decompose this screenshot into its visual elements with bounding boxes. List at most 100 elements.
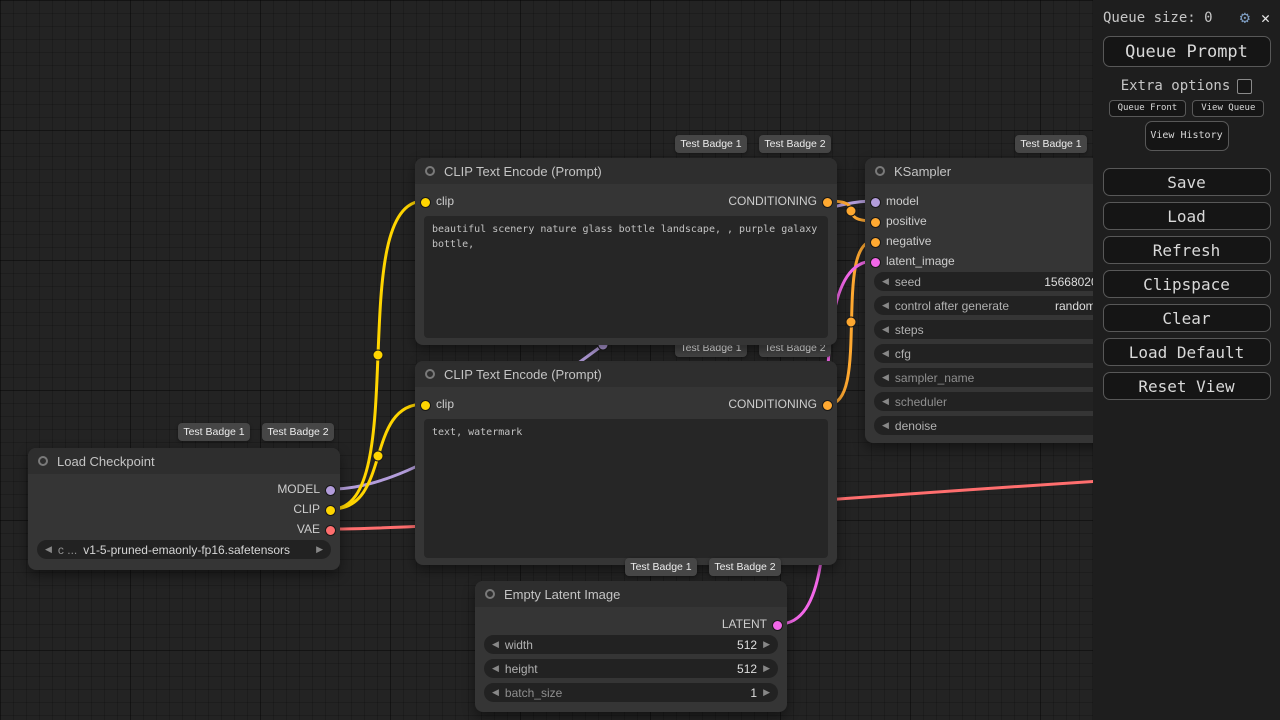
output-slot-conditioning: CONDITIONING	[415, 394, 837, 414]
latent-image-input-port[interactable]	[870, 256, 881, 268]
input-slot-positive: positive	[865, 211, 1128, 231]
model-input-port[interactable]	[870, 196, 881, 208]
slot-label: CONDITIONING	[728, 194, 817, 208]
widget-label: control after generate	[894, 298, 1009, 313]
slot-label: model	[886, 194, 919, 208]
output-slot-clip: CLIP	[28, 499, 340, 519]
node-titlebar[interactable]: Empty Latent Image	[475, 581, 787, 607]
widget-label: denoise	[894, 418, 937, 433]
node-title: KSampler	[894, 163, 952, 179]
node-ksampler[interactable]: KSampler model positive negative latent_…	[865, 158, 1128, 443]
node-load-checkpoint[interactable]: Load Checkpoint MODEL CLIP VAE ◀ c ... v…	[28, 448, 340, 570]
node-titlebar[interactable]: KSampler	[865, 158, 1128, 184]
increment-arrow-icon[interactable]: ▶	[763, 688, 770, 697]
input-slot-model: model	[865, 191, 1128, 211]
clear-button[interactable]: Clear	[1102, 304, 1271, 332]
latent-output-port[interactable]	[772, 619, 783, 631]
decrement-arrow-icon[interactable]: ◀	[492, 640, 499, 649]
steps-widget[interactable]: ◀ steps	[874, 320, 1119, 339]
node-badge: Test Badge 2	[759, 135, 831, 153]
scheduler-widget[interactable]: ◀ scheduler	[874, 392, 1119, 411]
widget-label: steps	[894, 322, 924, 337]
collapse-toggle-icon[interactable]	[875, 166, 885, 176]
prev-value-arrow-icon[interactable]: ◀	[882, 397, 889, 406]
widget-value: 512	[737, 661, 758, 676]
increment-arrow-icon[interactable]: ▶	[763, 664, 770, 673]
height-widget[interactable]: ◀ height 512 ▶	[484, 659, 778, 678]
prev-value-arrow-icon[interactable]: ◀	[882, 349, 889, 358]
save-button[interactable]: Save	[1102, 168, 1271, 196]
slot-label: LATENT	[721, 617, 767, 631]
slot-label: CONDITIONING	[728, 397, 817, 411]
comfy-menu-panel: Queue size: 0 ⚙ ✕ Queue Prompt Extra opt…	[1093, 0, 1280, 720]
view-history-button[interactable]: View History	[1144, 121, 1229, 151]
model-output-port[interactable]	[325, 484, 336, 496]
widget-value: 1	[750, 685, 758, 700]
prev-value-arrow-icon[interactable]: ◀	[882, 421, 889, 430]
prev-value-arrow-icon[interactable]: ◀	[882, 373, 889, 382]
prev-value-arrow-icon[interactable]: ◀	[882, 277, 889, 286]
control-after-generate-widget[interactable]: ◀ control after generate randomize	[874, 296, 1119, 315]
node-badge: Test Badge 1	[178, 423, 250, 441]
widget-label: batch_size	[504, 685, 563, 700]
node-empty-latent-image[interactable]: Empty Latent Image LATENT ◀ width 512 ▶ …	[475, 581, 787, 712]
width-widget[interactable]: ◀ width 512 ▶	[484, 635, 778, 654]
node-titlebar[interactable]: Load Checkpoint	[28, 448, 340, 474]
queue-front-button[interactable]: Queue Front	[1108, 100, 1187, 117]
view-queue-button[interactable]: View Queue	[1192, 100, 1265, 117]
seed-widget[interactable]: ◀ seed 1566802087	[874, 272, 1119, 291]
clipspace-button[interactable]: Clipspace	[1102, 270, 1271, 298]
reset-view-button[interactable]: Reset View	[1102, 372, 1271, 400]
load-default-button[interactable]: Load Default	[1102, 338, 1271, 366]
prompt-textarea[interactable]: text, watermark	[424, 419, 828, 558]
close-menu-icon[interactable]: ✕	[1261, 9, 1270, 27]
ckpt-name-combo-widget[interactable]: ◀ c ... v1-5-pruned-emaonly-fp16.safeten…	[37, 540, 331, 559]
negative-input-port[interactable]	[870, 236, 881, 248]
extra-options-checkbox[interactable]	[1237, 78, 1253, 94]
node-title: CLIP Text Encode (Prompt)	[444, 366, 602, 382]
slot-label: negative	[886, 234, 932, 248]
conditioning-output-port[interactable]	[822, 399, 833, 411]
collapse-toggle-icon[interactable]	[425, 166, 435, 176]
prompt-textarea[interactable]: beautiful scenery nature glass bottle la…	[424, 216, 828, 338]
output-slot-conditioning: CONDITIONING	[415, 191, 837, 211]
widget-label: seed	[894, 274, 921, 289]
prev-value-arrow-icon[interactable]: ◀	[45, 545, 52, 554]
batch-size-widget[interactable]: ◀ batch_size 1 ▶	[484, 683, 778, 702]
widget-label: height	[504, 661, 538, 676]
widget-label: cfg	[894, 346, 911, 361]
conditioning-output-port[interactable]	[822, 196, 833, 208]
increment-arrow-icon[interactable]: ▶	[763, 640, 770, 649]
collapse-toggle-icon[interactable]	[38, 456, 48, 466]
slot-label: VAE	[296, 522, 320, 536]
settings-gear-icon[interactable]: ⚙	[1240, 8, 1250, 28]
prev-value-arrow-icon[interactable]: ◀	[882, 301, 889, 310]
slot-label: CLIP	[293, 502, 320, 516]
vae-output-port[interactable]	[325, 524, 336, 536]
cfg-widget[interactable]: ◀ cfg	[874, 344, 1119, 363]
node-titlebar[interactable]: CLIP Text Encode (Prompt)	[415, 361, 837, 387]
prev-value-arrow-icon[interactable]: ◀	[882, 325, 889, 334]
denoise-widget[interactable]: ◀ denoise	[874, 416, 1119, 435]
clip-output-port[interactable]	[325, 504, 336, 516]
refresh-button[interactable]: Refresh	[1102, 236, 1271, 264]
decrement-arrow-icon[interactable]: ◀	[492, 664, 499, 673]
node-clip-text-encode-negative[interactable]: CLIP Text Encode (Prompt) clip CONDITION…	[415, 361, 837, 565]
extra-options-row: Extra options	[1093, 78, 1280, 94]
queue-prompt-button[interactable]: Queue Prompt	[1102, 36, 1271, 67]
node-badge: Test Badge 1	[675, 135, 747, 153]
output-slot-vae: VAE	[28, 519, 340, 539]
node-badge: Test Badge 1	[625, 558, 697, 576]
collapse-toggle-icon[interactable]	[425, 369, 435, 379]
output-slot-latent: LATENT	[475, 614, 787, 634]
widget-label: c ...	[57, 542, 78, 557]
collapse-toggle-icon[interactable]	[485, 589, 495, 599]
node-titlebar[interactable]: CLIP Text Encode (Prompt)	[415, 158, 837, 184]
decrement-arrow-icon[interactable]: ◀	[492, 688, 499, 697]
next-value-arrow-icon[interactable]: ▶	[316, 545, 323, 554]
sampler-name-widget[interactable]: ◀ sampler_name	[874, 368, 1119, 387]
load-button[interactable]: Load	[1102, 202, 1271, 230]
positive-input-port[interactable]	[870, 216, 881, 228]
node-clip-text-encode-positive[interactable]: CLIP Text Encode (Prompt) clip CONDITION…	[415, 158, 837, 345]
input-slot-latent-image: latent_image	[865, 251, 1128, 271]
